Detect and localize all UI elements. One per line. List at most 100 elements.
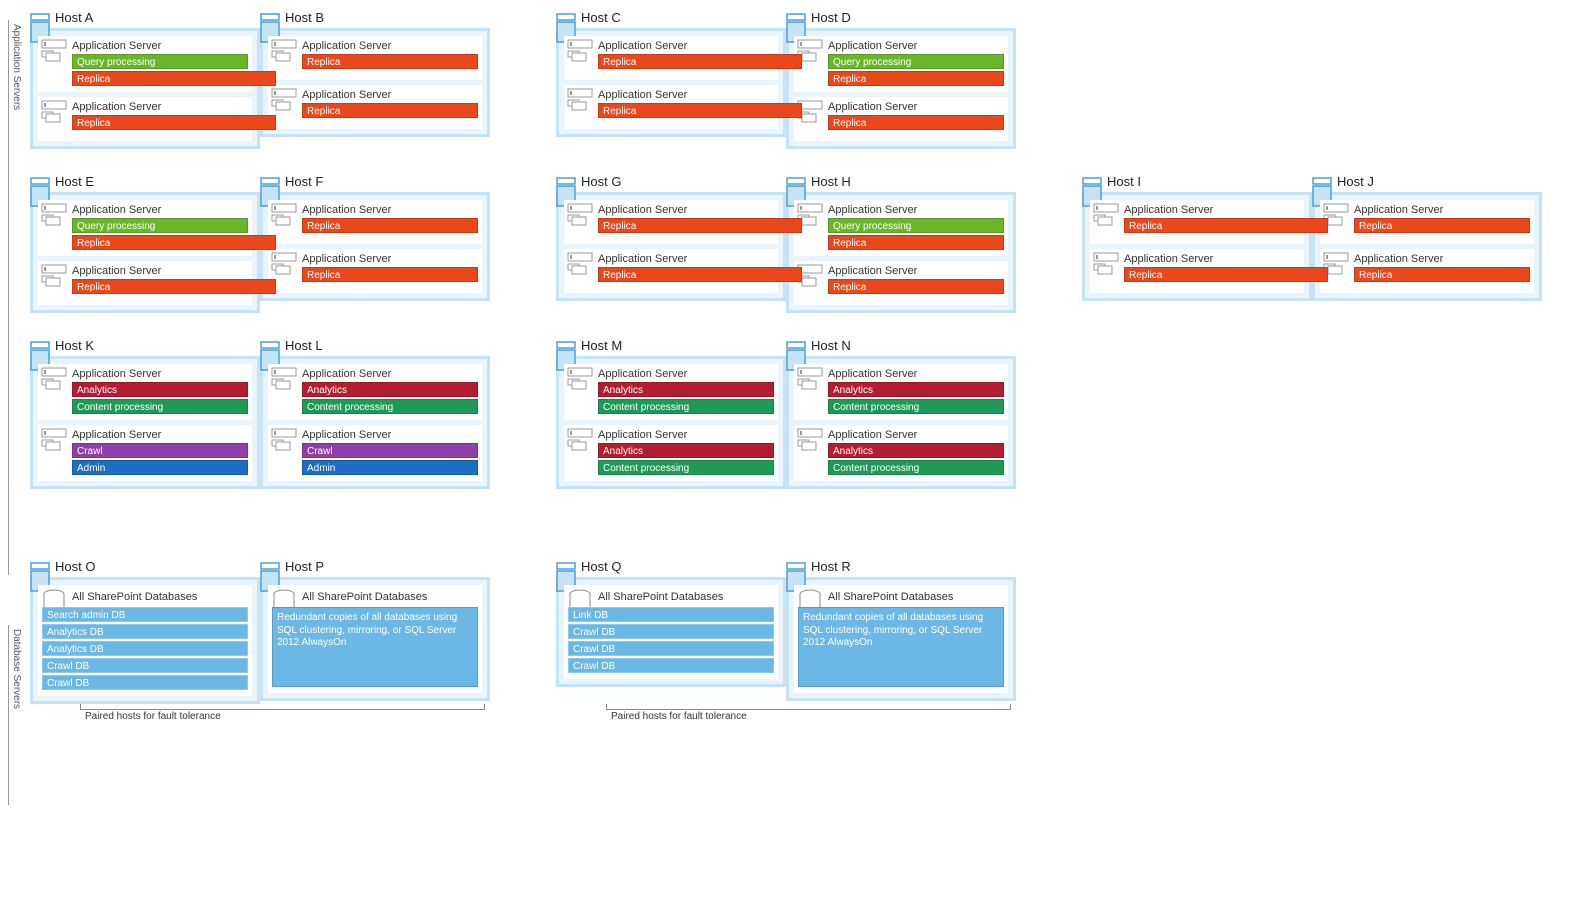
server-title: Application Server bbox=[1354, 204, 1530, 216]
host-body: Application Server Analytics Content proce… bbox=[786, 356, 1016, 489]
app-server: Application ServerReplica bbox=[564, 200, 778, 244]
host-body: Application ServerAnalyticsContent proce… bbox=[260, 356, 490, 489]
host-M: Host MApplication ServerAnalyticsContent… bbox=[556, 338, 786, 489]
db-title: All SharePoint Databases bbox=[72, 591, 246, 603]
role-orange: Replica bbox=[828, 279, 1004, 294]
server-icon bbox=[567, 252, 593, 281]
host-body: Application ServerQuery processingReplic… bbox=[786, 28, 1016, 149]
host-pair: Host EApplication ServerQuery processing… bbox=[30, 174, 490, 313]
app-server: Application Server Replica bbox=[1320, 249, 1534, 293]
app-server: Application ServerReplica bbox=[38, 261, 252, 305]
app-server: Application ServerReplica bbox=[794, 261, 1008, 305]
host-label: Host G bbox=[581, 174, 621, 189]
role-orange: Replica bbox=[1354, 218, 1530, 233]
host-label: Host D bbox=[811, 10, 851, 25]
role-green: Query processing bbox=[72, 54, 248, 69]
server-icon bbox=[567, 367, 593, 396]
host-label: Host F bbox=[285, 174, 323, 189]
app-server: Application ServerCrawlAdmin bbox=[38, 425, 252, 481]
role-orange: Replica bbox=[302, 103, 478, 118]
server-title: Application Server bbox=[828, 101, 1004, 113]
pair-bracket bbox=[80, 704, 485, 710]
role-green: Query processing bbox=[72, 218, 248, 233]
db-host-pair: Host QAll SharePoint DatabasesLink DBCra… bbox=[556, 559, 1016, 704]
app-server: Application ServerReplica bbox=[268, 200, 482, 244]
app-server: Application ServerCrawlAdmin bbox=[268, 425, 482, 481]
server-title: Application Server bbox=[598, 368, 774, 380]
role-darkred: Analytics bbox=[72, 382, 248, 397]
server-icon bbox=[271, 367, 297, 396]
section-label-db-servers: Database Servers bbox=[8, 625, 24, 805]
app-server: Application ServerQuery processingReplic… bbox=[38, 200, 252, 256]
role-lblue: Link DB bbox=[568, 607, 774, 622]
host-D: Host D Application ServerQuery processing… bbox=[786, 10, 1016, 149]
role-teal: Content processing bbox=[598, 399, 774, 414]
server-icon bbox=[797, 428, 823, 457]
server-title: Application Server bbox=[1354, 253, 1530, 265]
role-orange: Replica bbox=[1354, 267, 1530, 282]
role-teal: Content processing bbox=[72, 399, 248, 414]
host-label: Host J bbox=[1337, 174, 1374, 189]
role-teal: Content processing bbox=[302, 399, 478, 414]
server-title: Application Server bbox=[598, 253, 774, 265]
db-server: All SharePoint DatabasesRedundant copies… bbox=[794, 585, 1008, 693]
host-B: Host BApplication ServerReplicaApplicati… bbox=[260, 10, 490, 149]
role-orange: Replica bbox=[828, 115, 1004, 130]
server-icon bbox=[41, 428, 67, 457]
server-title: Application Server bbox=[302, 429, 478, 441]
app-server: Application ServerReplica bbox=[268, 85, 482, 129]
role-purple: Crawl bbox=[72, 443, 248, 458]
host-body: All SharePoint DatabasesLink DBCrawl DBC… bbox=[556, 577, 786, 687]
server-icon bbox=[271, 203, 297, 232]
section-label-app-servers: Application Servers bbox=[8, 20, 24, 575]
host-body: Application ServerQuery processingReplic… bbox=[30, 192, 260, 313]
role-orange: Replica bbox=[598, 103, 802, 118]
role-lblue: Crawl DB bbox=[568, 641, 774, 656]
server-icon bbox=[41, 39, 67, 68]
host-body: All SharePoint DatabasesRedundant copies… bbox=[786, 577, 1016, 701]
role-orange: Replica bbox=[72, 235, 276, 250]
server-title: Application Server bbox=[72, 429, 248, 441]
host-label: Host K bbox=[55, 338, 94, 353]
server-icon bbox=[567, 203, 593, 232]
app-server: Application Server Replica bbox=[794, 97, 1008, 141]
app-server: Application ServerAnalyticsContent proce… bbox=[268, 364, 482, 420]
role-darkred: Analytics bbox=[828, 382, 1004, 397]
host-C: Host CApplication ServerReplicaApplicati… bbox=[556, 10, 786, 149]
server-title: Application Server bbox=[598, 429, 774, 441]
host-label: Host R bbox=[811, 559, 851, 574]
server-title: Application Server bbox=[598, 204, 774, 216]
server-title: Application Server bbox=[598, 40, 774, 52]
role-orange: Replica bbox=[1124, 218, 1328, 233]
host-label: Host H bbox=[811, 174, 851, 189]
server-icon bbox=[41, 264, 67, 293]
db-host-pair: Host OAll SharePoint DatabasesSearch adm… bbox=[30, 559, 490, 704]
server-icon bbox=[567, 88, 593, 117]
pair-caption: Paired hosts for fault tolerance bbox=[611, 711, 747, 722]
app-server: Application ServerQuery processingReplic… bbox=[794, 36, 1008, 92]
db-title: All SharePoint Databases bbox=[828, 591, 1002, 603]
server-title: Application Server bbox=[72, 40, 248, 52]
host-label: Host I bbox=[1107, 174, 1141, 189]
host-label: Host N bbox=[811, 338, 851, 353]
role-orange: Replica bbox=[72, 71, 276, 86]
host-body: All SharePoint DatabasesSearch admin DBA… bbox=[30, 577, 260, 704]
host-Q: Host QAll SharePoint DatabasesLink DBCra… bbox=[556, 559, 786, 704]
role-teal: Content processing bbox=[828, 460, 1004, 475]
app-server: Application ServerAnalyticsContent proce… bbox=[564, 364, 778, 420]
role-orange: Replica bbox=[72, 115, 276, 130]
role-green: Query processing bbox=[828, 218, 1004, 233]
host-P: Host PAll SharePoint DatabasesRedundant … bbox=[260, 559, 490, 704]
server-title: Application Server bbox=[302, 368, 478, 380]
server-title: Application Server bbox=[828, 429, 1004, 441]
host-E: Host EApplication ServerQuery processing… bbox=[30, 174, 260, 313]
app-server: Application ServerAnalyticsContent proce… bbox=[564, 425, 778, 481]
server-title: Application Server bbox=[72, 265, 248, 277]
role-lblue: Crawl DB bbox=[42, 675, 248, 690]
role-orange: Replica bbox=[828, 71, 1004, 86]
db-host-row: Host OAll SharePoint DatabasesSearch adm… bbox=[30, 559, 1581, 704]
app-server: Application Server Replica bbox=[1320, 200, 1534, 244]
role-orange: Replica bbox=[1124, 267, 1328, 282]
host-row: Host AApplication ServerQuery processing… bbox=[30, 10, 1581, 149]
app-server: Application ServerReplica bbox=[268, 36, 482, 80]
